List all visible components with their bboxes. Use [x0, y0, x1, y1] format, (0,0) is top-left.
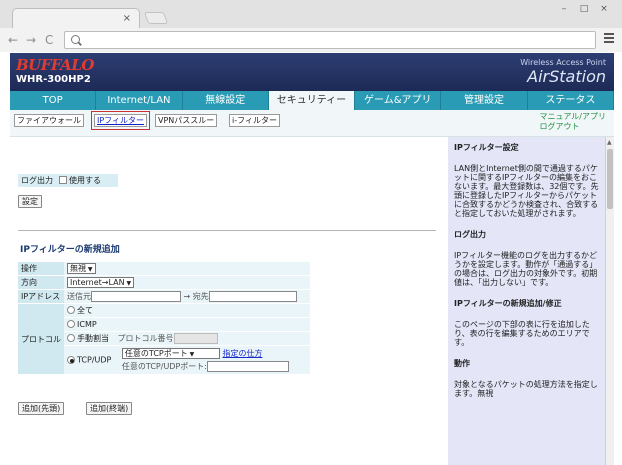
direction-select[interactable]: Internet→LAN: [67, 277, 135, 288]
reload-icon[interactable]: C: [45, 33, 53, 47]
help-log-body: IPフィルター機能のログを出力するかどうかを設定します。動作が「通過する」の場合…: [454, 251, 598, 287]
protocol-manual-label: 手動割当: [77, 334, 109, 343]
operation-select[interactable]: 無視: [67, 263, 96, 274]
manual-links: マニュアル/アプリ ログアウト: [540, 112, 606, 132]
maximize-icon[interactable]: □: [574, 2, 594, 16]
divider: [18, 230, 436, 231]
direction-cell: Internet→LAN: [64, 276, 310, 289]
help-new-entry-body: このページの下部の表に行を追加したり、表の行を編集するためのエリアです。: [454, 320, 590, 347]
protocol-number-label: プロトコル番号: [117, 334, 174, 343]
log-output-row: ログ出力 使用する: [18, 174, 118, 187]
protocol-all-radio[interactable]: [67, 306, 75, 314]
subtab-firewall[interactable]: ファイアウォール: [14, 114, 84, 127]
help-log-title: ログ出力: [454, 230, 486, 239]
sub-nav: ファイアウォール IPフィルター VPNパススルー i-フィルター マニュアル/…: [10, 110, 614, 137]
port-label: 任意のTCP/UDPポート:: [121, 362, 207, 371]
tab-internet-lan[interactable]: Internet/LAN: [96, 91, 183, 110]
how-to-specify-link[interactable]: 指定の仕方: [222, 349, 262, 358]
ip-address-label: IPアドレス: [18, 290, 64, 303]
router-page: BUFFALO WHR-300HP2 Wireless Access Point…: [10, 53, 614, 465]
operation-cell: 無視: [64, 262, 310, 275]
forward-icon[interactable]: →: [26, 33, 36, 47]
log-enable-label: 使用する: [69, 176, 101, 185]
manual-link[interactable]: マニュアル/アプリ: [540, 112, 606, 122]
close-window-icon[interactable]: ×: [594, 2, 614, 16]
subtab-ip-filter[interactable]: IPフィルター: [90, 111, 151, 130]
protocol-tcpudp-radio[interactable]: [67, 355, 75, 364]
tab-status[interactable]: ステータス: [528, 91, 614, 110]
protocol-all-label: 全て: [77, 306, 93, 315]
help-new-entry-title: IPフィルターの新規追加/修正: [454, 299, 562, 308]
window-controls: – □ ×: [554, 2, 614, 16]
new-tab-button[interactable]: [143, 12, 169, 24]
operation-label: 操作: [18, 262, 64, 275]
search-icon: [71, 35, 80, 44]
destination-ip-input[interactable]: [208, 291, 297, 302]
save-button[interactable]: 設定: [18, 195, 42, 208]
port-type-select[interactable]: 任意のTCPポート: [121, 348, 220, 359]
protocol-icmp-label: ICMP: [77, 320, 97, 329]
tab-admin[interactable]: 管理設定: [441, 91, 528, 110]
protocol-label: プロトコル: [18, 304, 64, 374]
tab-strip: × – □ ×: [0, 0, 622, 28]
product-logo: AirStation: [527, 67, 606, 86]
main-nav: TOP Internet/LAN 無線設定 セキュリティー ゲーム&アプリ 管理…: [10, 91, 614, 110]
menu-icon[interactable]: [604, 33, 614, 45]
destination-label: → 宛先: [183, 292, 209, 301]
help-panel: IPフィルター設定 LAN側とInternet側の間で通過するパケットに関するI…: [448, 137, 605, 465]
browser-chrome: × – □ × ← → C: [0, 0, 622, 52]
log-enable-checkbox[interactable]: [59, 176, 67, 184]
direction-label: 方向: [18, 276, 64, 289]
add-first-button[interactable]: 追加(先頭): [18, 402, 65, 415]
close-tab-icon[interactable]: ×: [123, 13, 131, 24]
help-scrollbar[interactable]: ▲: [605, 137, 614, 465]
protocol-icmp-cell: ICMP: [64, 318, 310, 331]
protocol-tcpudp-label: TCP/UDP: [77, 355, 112, 365]
section-title: IPフィルターの新規追加: [20, 245, 120, 255]
tab-security[interactable]: セキュリティー: [268, 91, 356, 110]
protocol-manual-cell: 手動割当 プロトコル番号: [64, 332, 310, 345]
add-last-button[interactable]: 追加(終端): [86, 402, 133, 415]
page-header: BUFFALO WHR-300HP2 Wireless Access Point…: [10, 53, 614, 91]
browser-toolbar: ← → C: [0, 28, 622, 52]
protocol-icmp-radio[interactable]: [67, 320, 75, 328]
protocol-tcpudp-cell: TCP/UDP 任意のTCPポート 指定の仕方 任意のTCP/UDPポート:: [64, 346, 310, 374]
protocol-all-row: プロトコル 全て: [18, 304, 310, 374]
port-input[interactable]: [206, 361, 289, 372]
model-name: WHR-300HP2: [16, 74, 91, 85]
help-ip-filter-title: IPフィルター設定: [454, 143, 519, 152]
tab-wireless[interactable]: 無線設定: [183, 91, 269, 110]
operation-row: 操作 無視: [18, 262, 310, 275]
browser-tab[interactable]: ×: [12, 8, 140, 28]
subtab-i-filter[interactable]: i-フィルター: [229, 114, 280, 127]
log-output-label: ログ出力: [21, 176, 53, 185]
help-action-title: 動作: [454, 359, 470, 368]
minimize-icon[interactable]: –: [554, 2, 574, 16]
brand-logo: BUFFALO: [16, 56, 94, 74]
tagline: Wireless Access Point: [520, 58, 606, 67]
address-bar[interactable]: [64, 31, 596, 49]
protocol-manual-radio[interactable]: [67, 334, 75, 342]
source-ip-input[interactable]: [91, 291, 181, 302]
back-icon[interactable]: ←: [8, 33, 18, 47]
direction-row: 方向 Internet→LAN: [18, 276, 310, 289]
ip-address-row: IPアドレス 送信元 → 宛先: [18, 290, 310, 303]
protocol-number-input[interactable]: [173, 333, 218, 344]
logout-link[interactable]: ログアウト: [540, 122, 606, 132]
protocol-all-cell: 全て: [64, 304, 310, 317]
tab-top[interactable]: TOP: [10, 91, 97, 110]
help-ip-filter-body: LAN側とInternet側の間で通過するパケットに関するIPフィルターの編集を…: [454, 164, 599, 218]
new-filter-form: 操作 無視 方向 Internet→LAN IPアドレス 送信元 → 宛先 プロ…: [18, 261, 310, 375]
help-action-body: 対象となるパケットの処理方法を指定します。無視: [454, 380, 598, 398]
source-label: 送信元: [67, 292, 91, 301]
subtab-vpn-passthrough[interactable]: VPNパススルー: [155, 114, 218, 127]
main-content: ログ出力 使用する 設定 IPフィルターの新規追加 操作 無視 方向 Intern…: [14, 137, 444, 465]
scroll-up-icon[interactable]: ▲: [607, 139, 612, 146]
scrollbar-thumb[interactable]: [607, 149, 613, 209]
tab-game-apps[interactable]: ゲーム&アプリ: [355, 91, 442, 110]
ip-address-cell: 送信元 → 宛先: [64, 290, 310, 303]
